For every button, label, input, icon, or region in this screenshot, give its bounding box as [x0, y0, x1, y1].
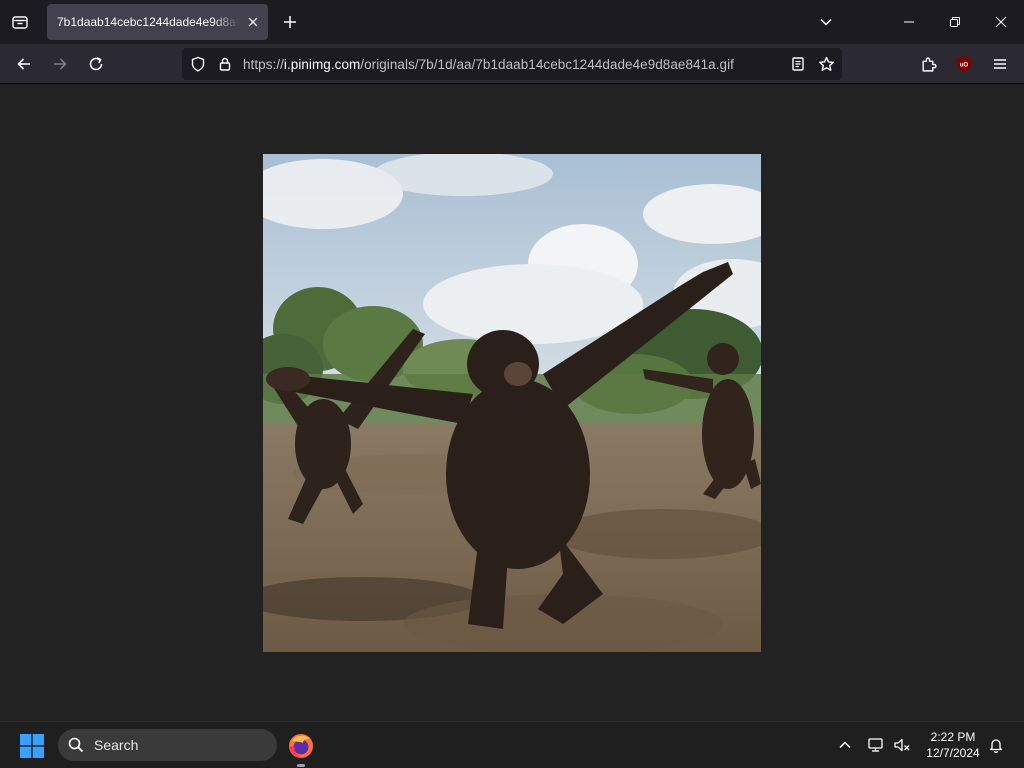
active-tab[interactable]: 7b1daab14cebc1244dade4e9d8ae841a.gif: [47, 4, 268, 40]
tab-close-button[interactable]: [244, 13, 262, 31]
dancing-chimpanzees-image: [263, 154, 761, 652]
new-tab-button[interactable]: [278, 10, 302, 34]
close-icon: [248, 17, 258, 27]
bookmark-button[interactable]: [816, 54, 836, 74]
site-info-button[interactable]: [215, 54, 235, 74]
taskbar-search-box[interactable]: Search: [58, 729, 277, 761]
puzzle-icon: [921, 57, 937, 72]
search-icon: [68, 737, 84, 753]
svg-text:uO: uO: [960, 63, 969, 69]
url-text[interactable]: https://i.pinimg.com/originals/7b/1d/aa/…: [243, 57, 734, 72]
back-arrow-icon: [17, 58, 30, 70]
windows-taskbar: Search 2:22 PM 12/7/2024: [0, 721, 1024, 768]
restore-icon: [950, 17, 960, 27]
navigation-toolbar: https://i.pinimg.com/originals/7b/1d/aa/…: [0, 44, 1024, 84]
tab-list-button[interactable]: [6, 7, 34, 37]
start-button[interactable]: [20, 734, 44, 758]
chevron-down-icon: [820, 18, 832, 26]
star-icon: [818, 56, 834, 71]
tab-title: 7b1daab14cebc1244dade4e9d8ae841a.gif: [57, 15, 239, 29]
page-content: [0, 85, 1024, 721]
reload-icon: [89, 57, 103, 71]
tracking-protection-button[interactable]: [188, 54, 208, 74]
list-all-tabs-button[interactable]: [814, 10, 838, 34]
system-clock[interactable]: 2:22 PM 12/7/2024: [918, 729, 988, 761]
taskbar-firefox-button[interactable]: [286, 731, 316, 761]
extensions-button[interactable]: [914, 50, 942, 78]
shield-icon: [191, 56, 205, 72]
url-bar[interactable]: https://i.pinimg.com/originals/7b/1d/aa/…: [182, 48, 842, 80]
close-icon: [995, 16, 1007, 28]
ublock-origin-button[interactable]: uO: [954, 54, 974, 74]
firefox-icon: [289, 734, 313, 758]
close-window-button[interactable]: [978, 0, 1024, 44]
gif-image[interactable]: [263, 154, 761, 652]
back-button[interactable]: [10, 50, 38, 78]
restore-button[interactable]: [932, 0, 978, 44]
tab-list-icon: [12, 16, 28, 29]
volume-button[interactable]: [892, 735, 912, 755]
bell-icon: [989, 739, 1003, 753]
hamburger-menu-icon: [994, 59, 1006, 69]
forward-button[interactable]: [46, 50, 74, 78]
url-scheme: https://: [243, 57, 284, 72]
clock-date: 12/7/2024: [926, 746, 980, 760]
reader-view-button[interactable]: [788, 54, 808, 74]
forward-arrow-icon: [54, 58, 67, 70]
reload-button[interactable]: [82, 50, 110, 78]
minimize-icon: [904, 21, 914, 23]
lock-icon: [219, 57, 231, 71]
windows-start-icon: [20, 734, 44, 758]
volume-muted-icon: [894, 738, 910, 752]
reader-view-icon: [792, 57, 804, 71]
show-hidden-icons-button[interactable]: [835, 735, 855, 755]
search-label: Search: [94, 737, 139, 753]
app-menu-button[interactable]: [986, 50, 1014, 78]
clock-time: 2:22 PM: [930, 730, 976, 744]
minimize-button[interactable]: [886, 0, 932, 44]
chevron-up-icon: [839, 741, 851, 749]
tab-strip: 7b1daab14cebc1244dade4e9d8ae841a.gif: [0, 0, 1024, 44]
url-host: i.pinimg.com: [283, 57, 361, 72]
network-icon: [868, 738, 883, 752]
running-app-indicator: [297, 764, 305, 767]
notifications-button[interactable]: [986, 735, 1006, 755]
ublock-origin-icon: uO: [957, 56, 971, 72]
plus-icon: [284, 16, 296, 28]
url-path: /originals/7b/1d/aa/7b1daab14cebc1244dad…: [360, 57, 734, 72]
network-button[interactable]: [866, 735, 886, 755]
